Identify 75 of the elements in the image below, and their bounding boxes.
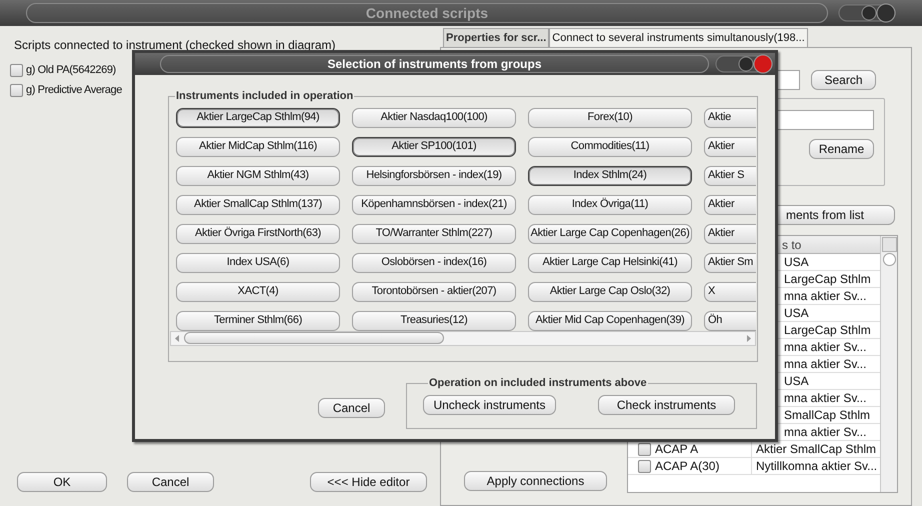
table-cell-text: LargeCap Sthlm xyxy=(783,322,871,338)
row-checkbox[interactable] xyxy=(638,460,651,472)
group-button[interactable]: Aktier xyxy=(704,224,756,244)
checkbox[interactable] xyxy=(10,84,23,96)
cancel-button[interactable]: Cancel xyxy=(127,472,214,492)
search-button[interactable]: Search xyxy=(811,70,876,90)
group-button[interactable]: X xyxy=(704,282,756,302)
script-label: g) Old PA(5642269) xyxy=(26,62,116,78)
column-header: s to xyxy=(781,236,802,253)
group-button[interactable]: Aktie xyxy=(704,108,756,128)
group-button[interactable]: Öh xyxy=(704,310,756,330)
group-button[interactable]: Helsingforsbörsen - index(19) xyxy=(352,166,516,186)
dialog-title: Selection of instruments from groups xyxy=(160,55,709,73)
uncheck-button[interactable]: Uncheck instruments xyxy=(423,394,556,414)
rename-button[interactable]: Rename xyxy=(809,139,874,159)
vertical-scrollbar[interactable] xyxy=(880,236,897,492)
group-button[interactable]: Aktier Övriga FirstNorth(63) xyxy=(176,224,340,244)
group-button[interactable]: Aktier SP100(101) xyxy=(352,136,516,156)
group-button[interactable]: Forex(10) xyxy=(528,108,692,128)
group-button[interactable]: Index Övriga(11) xyxy=(528,194,692,214)
group-button[interactable]: Aktier SmallCap Sthlm(137) xyxy=(176,194,340,214)
script-label: g) Predictive Average xyxy=(26,82,122,98)
ok-button[interactable]: OK xyxy=(17,472,107,492)
group-button[interactable]: Aktier Nasdaq100(100) xyxy=(352,108,516,128)
window-title: Connected scripts xyxy=(26,3,828,23)
group-button[interactable]: Aktier Large Cap Oslo(32) xyxy=(528,282,692,302)
check-button[interactable]: Check instruments xyxy=(598,394,735,414)
group-button[interactable]: Aktier xyxy=(704,194,756,214)
group-button[interactable]: XACT(4) xyxy=(176,282,340,302)
group-button[interactable]: Oslobörsen - index(16) xyxy=(352,252,516,272)
table-cell-text: mna aktier Sv... xyxy=(783,339,866,355)
group-button[interactable]: Aktier Large Cap Helsinki(41) xyxy=(528,252,692,272)
table-cell-text: mna aktier Sv... xyxy=(783,390,866,406)
window-controls-icon xyxy=(715,53,773,75)
hide-editor-button[interactable]: <<< Hide editor xyxy=(310,472,427,492)
group-button[interactable]: Terminer Sthlm(66) xyxy=(176,310,340,330)
group-button[interactable]: Aktier NGM Sthlm(43) xyxy=(176,166,340,186)
table-cell-text: ACAP A(30) xyxy=(655,458,720,475)
group-button[interactable]: Index USA(6) xyxy=(176,252,340,272)
table-cell-text: Aktier SmallCap Sthlm xyxy=(755,441,876,457)
group-title: Instruments included in operation xyxy=(175,89,354,104)
group-button[interactable]: Aktier Large Cap Copenhagen(26) xyxy=(528,224,692,244)
group-button[interactable]: Aktier xyxy=(704,136,756,156)
group-button[interactable]: Commodities(11) xyxy=(528,136,692,156)
group-button[interactable]: Köpenhamnsbörsen - index(21) xyxy=(352,194,516,214)
group-button[interactable]: Aktier LargeCap Sthlm(94) xyxy=(176,108,340,128)
group-button[interactable]: Aktier Sm xyxy=(704,252,756,272)
group-button[interactable]: Torontobörsen - aktier(207) xyxy=(352,282,516,302)
group-button[interactable]: Aktier Mid Cap Copenhagen(39) xyxy=(528,310,692,330)
apply-connections-button[interactable]: Apply connections xyxy=(464,471,607,491)
tab[interactable]: Properties for scr... xyxy=(443,28,550,47)
group-button[interactable]: Index Sthlm(24) xyxy=(528,166,692,186)
window-controls-icon xyxy=(838,2,896,24)
operation-title: Operation on included instruments above xyxy=(428,376,648,391)
scroll-thumb[interactable] xyxy=(184,332,444,344)
table-cell-text: SmallCap Sthlm xyxy=(783,407,870,423)
scripts-label: Scripts connected to instrument (checked shown in diagram) xyxy=(14,37,336,54)
row-checkbox[interactable] xyxy=(638,442,651,456)
group-button[interactable]: Aktier MidCap Sthlm(116) xyxy=(176,136,340,156)
table-cell-text: mna aktier Sv... xyxy=(783,288,866,304)
table-cell-text: mna aktier Sv... xyxy=(783,356,866,372)
table-cell-text: USA xyxy=(783,305,809,321)
tab[interactable]: Connect to several instruments simultanously(198... xyxy=(549,28,808,47)
table-cell-text: Nytillkomna aktier Sv... xyxy=(755,458,878,474)
table-cell-text: USA xyxy=(783,373,809,389)
table-cell-text: LargeCap Sthlm xyxy=(783,271,871,287)
table-cell-text: USA xyxy=(783,254,809,270)
group-button[interactable]: Treasuries(12) xyxy=(352,310,516,330)
horizontal-scrollbar[interactable] xyxy=(170,330,756,346)
group-button[interactable]: TO/Warranter Sthlm(227) xyxy=(352,224,516,244)
table-cell-text: ACAP A xyxy=(655,441,698,458)
checkbox[interactable] xyxy=(10,64,23,76)
table-cell-text: mna aktier Sv... xyxy=(783,424,866,440)
cancel-button[interactable]: Cancel xyxy=(318,398,385,418)
group-button[interactable]: Aktier S xyxy=(704,166,756,186)
